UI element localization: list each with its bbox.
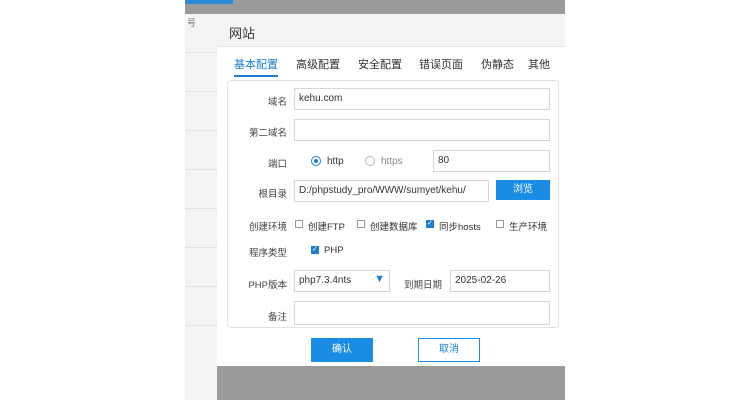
background-overlay-bottom <box>217 366 565 400</box>
list-item <box>185 209 217 248</box>
sync-hosts-label: 同步hosts <box>439 222 481 233</box>
php-version-select[interactable]: php7.3.4nts ▼ <box>294 270 390 292</box>
list-item <box>185 170 217 209</box>
sync-hosts-checkbox[interactable] <box>426 219 434 229</box>
tab-security-config[interactable]: 安全配置 <box>358 56 402 72</box>
remark-input[interactable] <box>294 301 550 325</box>
background-active-tab-indicator <box>185 0 233 4</box>
tab-other[interactable]: 其他 <box>528 56 550 72</box>
expire-date-label: 到期日期 <box>403 280 442 291</box>
port-input[interactable]: 80 <box>433 150 550 172</box>
port-label: 端口 <box>267 159 287 170</box>
dialog-header: 网站 <box>217 14 565 47</box>
list-item <box>185 287 217 326</box>
create-ftp-label: 创建FTP <box>308 222 345 233</box>
list-item <box>185 92 217 131</box>
dialog-title: 网站 <box>229 26 256 41</box>
expire-date-input[interactable]: 2025-02-26 <box>450 270 550 292</box>
https-radio[interactable] <box>365 156 375 166</box>
domain-label: 域名 <box>267 97 287 108</box>
background-list-header: 号 <box>187 18 197 28</box>
second-domain-input[interactable] <box>294 119 550 141</box>
create-database-label: 创建数据库 <box>370 222 418 233</box>
domain-input[interactable]: kehu.com <box>294 88 550 110</box>
https-radio-label: https <box>381 156 403 167</box>
tab-basic-config[interactable]: 基本配置 <box>234 56 278 77</box>
cancel-button[interactable]: 取消 <box>418 338 480 362</box>
php-version-value: php7.3.4nts <box>299 275 352 286</box>
production-env-checkbox[interactable] <box>496 220 504 228</box>
background-list <box>185 14 217 400</box>
program-type-label: 程序类型 <box>248 248 287 259</box>
confirm-button[interactable]: 确认 <box>311 338 373 362</box>
tab-advanced-config[interactable]: 高级配置 <box>296 56 340 72</box>
website-dialog: 网站 基本配置 高级配置 安全配置 错误页面 伪静态 其他 域名 kehu.co… <box>217 14 565 366</box>
dialog-tabs: 基本配置 高级配置 安全配置 错误页面 伪静态 其他 <box>233 56 565 77</box>
browse-button[interactable]: 浏览 <box>496 180 550 200</box>
list-item <box>185 248 217 287</box>
http-radio[interactable] <box>311 156 321 166</box>
php-version-label: PHP版本 <box>248 280 287 291</box>
root-dir-label: 根目录 <box>258 189 287 200</box>
tab-error-pages[interactable]: 错误页面 <box>419 56 463 72</box>
list-item <box>185 53 217 92</box>
create-env-label: 创建环境 <box>248 222 287 233</box>
remark-label: 备注 <box>267 312 287 323</box>
tab-rewrite[interactable]: 伪静态 <box>481 56 514 72</box>
create-database-checkbox[interactable] <box>357 220 365 228</box>
root-dir-input[interactable]: D:/phpstudy_pro/WWW/sumyet/kehu/ <box>294 180 489 202</box>
create-ftp-checkbox[interactable] <box>295 220 303 228</box>
second-domain-label: 第二域名 <box>248 128 287 139</box>
production-env-label: 生产环境 <box>509 222 548 233</box>
list-item <box>185 131 217 170</box>
php-checkbox[interactable] <box>311 245 319 255</box>
http-radio-label: http <box>327 156 344 167</box>
php-checkbox-label: PHP <box>324 245 344 256</box>
